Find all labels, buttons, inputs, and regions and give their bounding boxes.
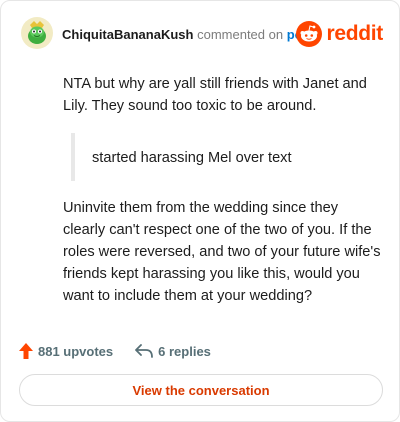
- comment-paragraph-1: NTA but why are yall still friends with …: [63, 76, 367, 114]
- view-conversation-button[interactable]: View the conversation: [19, 374, 383, 406]
- upvote-arrow-icon: [19, 343, 33, 359]
- comment-quote: started harassing Mel over text: [71, 133, 381, 181]
- upvote-count[interactable]: 881 upvotes: [19, 343, 113, 359]
- comment-stats: 881 upvotes 6 replies: [19, 340, 211, 362]
- comment-meta: ChiquitaBananaKush commented on post: [62, 27, 314, 42]
- reply-arrow-icon: [135, 344, 154, 358]
- reddit-logo[interactable]: reddit: [296, 20, 383, 48]
- reply-count[interactable]: 6 replies: [135, 344, 211, 359]
- upvote-label: 881 upvotes: [38, 343, 114, 359]
- snoo-avatar-icon[interactable]: [21, 17, 53, 49]
- action-text: commented on: [197, 27, 284, 42]
- reddit-wordmark: reddit: [326, 22, 383, 45]
- comment-header: ChiquitaBananaKush commented on post red…: [21, 16, 383, 52]
- author-name[interactable]: ChiquitaBananaKush: [62, 27, 193, 42]
- comment-card: ChiquitaBananaKush commented on post red…: [0, 0, 400, 422]
- reddit-logo-icon: [296, 21, 323, 47]
- reply-label: 6 replies: [158, 343, 211, 359]
- comment-paragraph-2: Uninvite them from the wedding since the…: [63, 200, 381, 304]
